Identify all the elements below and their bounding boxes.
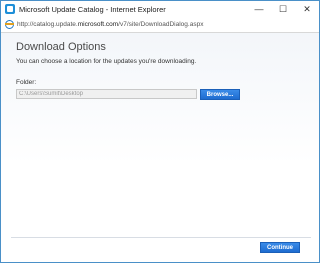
url-prefix: http://catalog.update. (17, 21, 78, 28)
browser-window: Microsoft Update Catalog - Internet Expl… (0, 0, 320, 263)
dialog-description: You can choose a location for the update… (16, 58, 197, 65)
folder-label: Folder: (16, 79, 37, 86)
address-bar[interactable]: http://catalog.update.microsoft.com/v7/s… (1, 17, 319, 33)
title-bar[interactable]: Microsoft Update Catalog - Internet Expl… (1, 1, 319, 17)
maximize-button[interactable]: ☐ (271, 1, 295, 17)
continue-button[interactable]: Continue (260, 242, 300, 253)
browse-button[interactable]: Browse... (200, 89, 240, 100)
url-text[interactable]: http://catalog.update.microsoft.com/v7/s… (17, 21, 203, 28)
ie-page-icon (5, 20, 14, 29)
url-path: /v7/site/DownloadDialog.aspx (118, 21, 204, 28)
folder-path-field[interactable] (16, 89, 197, 99)
dialog-content: Download Options You can choose a locati… (1, 33, 319, 251)
window-controls: — ☐ ✕ (247, 1, 319, 17)
minimize-button[interactable]: — (247, 1, 271, 17)
url-host: microsoft.com (77, 21, 119, 28)
footer-divider (11, 237, 311, 238)
close-button[interactable]: ✕ (295, 1, 319, 17)
page-title: Download Options (16, 41, 106, 53)
window-title: Microsoft Update Catalog - Internet Expl… (19, 4, 166, 14)
internet-explorer-icon (5, 4, 15, 14)
